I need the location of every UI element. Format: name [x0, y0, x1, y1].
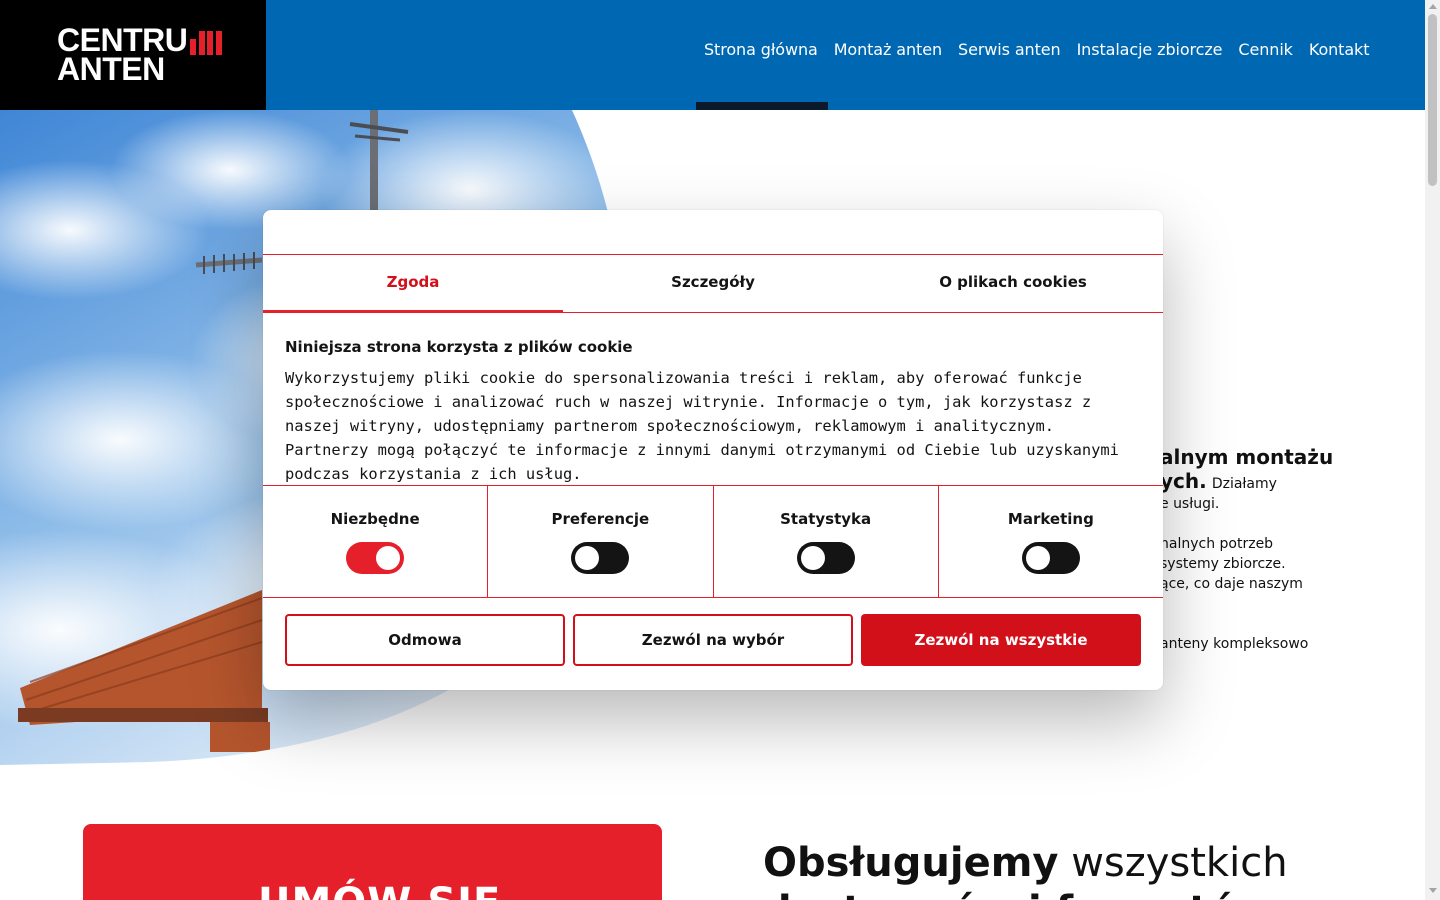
category-statistics: Statystyka — [714, 486, 939, 597]
logo-line-2: ANTEN — [57, 51, 165, 87]
nav-item-antenna-installation[interactable]: Montaż anten — [834, 40, 942, 59]
hero-paragraph-2-line-3: ące, co daje naszym — [1160, 576, 1303, 592]
section-heading-line-2: dostawców i formatów — [763, 888, 1273, 900]
dialog-buttons: Odmowa Zezwól na wybór Zezwól na wszystk… — [263, 598, 1163, 666]
toggle-knob — [1025, 546, 1050, 570]
hero-paragraph-2-line-2: systemy zbiorcze. — [1160, 556, 1286, 572]
page-scrollbar[interactable] — [1425, 0, 1440, 900]
marketing-toggle[interactable] — [1021, 542, 1080, 574]
logo-bars-icon — [190, 31, 222, 55]
nav-item-pricing[interactable]: Cennik — [1238, 40, 1293, 59]
hero-paragraph-3-line-1: anteny kompleksowo — [1160, 636, 1309, 652]
cookie-categories: Niezbędne Preferencje Statystyka Marketi… — [263, 486, 1163, 598]
hero-text: alnym montażu ych. Działamy e usługi. na… — [1160, 445, 1430, 654]
logo-text: CENTRU ANTEN — [57, 24, 222, 87]
category-necessary-label: Niezbędne — [330, 510, 420, 528]
toggle-knob — [800, 546, 825, 570]
section-heading: Obsługujemy wszystkich — [763, 840, 1288, 886]
toggle-knob — [376, 546, 401, 570]
nav-item-contact[interactable]: Kontakt — [1309, 40, 1370, 59]
dialog-header — [263, 210, 1163, 255]
preferences-toggle[interactable] — [571, 542, 630, 574]
site-header: CENTRU ANTEN Strona główna Montaż anten … — [0, 0, 1425, 110]
category-statistics-label: Statystyka — [780, 510, 872, 528]
nav-item-home[interactable]: Strona główna — [704, 40, 818, 59]
category-preferences-label: Preferencje — [551, 510, 650, 528]
toggle-knob — [575, 546, 600, 570]
cookie-tabs: Zgoda Szczegóły O plikach cookies — [263, 255, 1163, 313]
allow-all-button[interactable]: Zezwól na wszystkie — [861, 614, 1141, 666]
necessary-toggle[interactable] — [346, 542, 405, 574]
scroll-up-arrow-icon[interactable] — [1429, 4, 1437, 9]
logo[interactable]: CENTRU ANTEN — [0, 0, 266, 110]
hero-heading-line-2-bold: ych. — [1160, 469, 1207, 493]
section-heading-rest: wszystkich — [1071, 840, 1288, 886]
nav-active-indicator — [696, 102, 828, 110]
category-marketing: Marketing — [939, 486, 1163, 597]
main-nav: Strona główna Montaż anten Serwis anten … — [704, 40, 1369, 59]
hero-paragraph-2-line-1: nalnych potrzeb — [1160, 536, 1274, 552]
section-heading-bold: Obsługujemy — [763, 840, 1059, 886]
cta-text[interactable]: UMÓW SIĘ — [258, 880, 501, 900]
category-preferences: Preferencje — [488, 486, 714, 597]
category-marketing-label: Marketing — [1007, 510, 1094, 528]
dialog-body: Niniejsza strona korzysta z plików cooki… — [263, 313, 1163, 486]
dialog-title: Niniejsza strona korzysta z plików cooki… — [285, 338, 633, 356]
hero-heading-line-2-rest: Działamy — [1211, 476, 1277, 492]
cookie-consent-dialog: Zgoda Szczegóły O plikach cookies Niniej… — [263, 210, 1163, 690]
hero-heading-line-1: alnym montażu — [1160, 445, 1334, 469]
allow-selection-button[interactable]: Zezwól na wybór — [573, 614, 853, 666]
nav-item-shared-installations[interactable]: Instalacje zbiorcze — [1077, 40, 1223, 59]
category-necessary: Niezbędne — [263, 486, 489, 597]
scrollbar-thumb[interactable] — [1428, 14, 1437, 186]
hero-heading-line-2: ych. Działamy — [1160, 469, 1430, 494]
scroll-down-arrow-icon[interactable] — [1429, 888, 1437, 893]
tab-consent[interactable]: Zgoda — [263, 255, 563, 312]
nav-item-antenna-service[interactable]: Serwis anten — [958, 40, 1061, 59]
active-tab-indicator — [263, 310, 563, 313]
tab-about-cookies[interactable]: O plikach cookies — [863, 255, 1163, 312]
hero-text-line-3: e usługi. — [1160, 496, 1220, 512]
page: CENTRU ANTEN Strona główna Montaż anten … — [0, 0, 1440, 900]
dialog-description: Wykorzystujemy pliki cookie do spersonal… — [285, 369, 1119, 483]
tab-details[interactable]: Szczegóły — [563, 255, 863, 312]
deny-button[interactable]: Odmowa — [285, 614, 565, 666]
statistics-toggle[interactable] — [796, 542, 855, 574]
